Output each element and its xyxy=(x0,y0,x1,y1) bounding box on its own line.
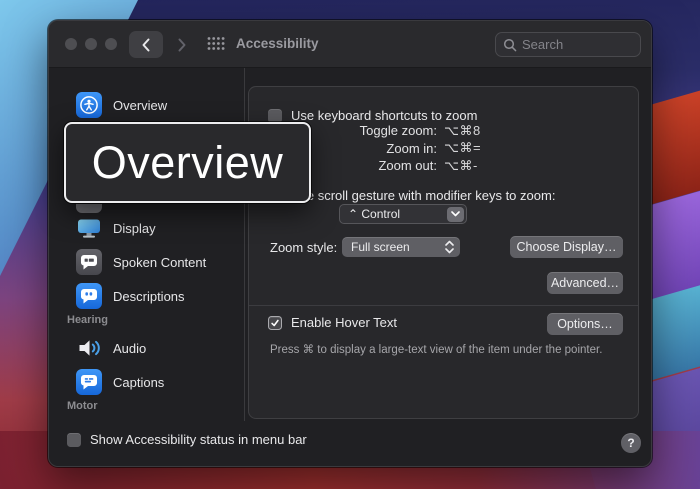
advanced-button[interactable]: Advanced… xyxy=(547,272,623,294)
sidebar-item-label: Descriptions xyxy=(113,289,185,304)
grid-icon xyxy=(207,36,225,51)
hover-text-zoom-label: Overview xyxy=(92,137,284,189)
zoom-style-popup[interactable]: Full screen xyxy=(342,237,460,257)
zoom-style-label: Zoom style: xyxy=(270,240,337,255)
sidebar-item-descriptions[interactable]: Descriptions xyxy=(76,283,236,309)
sidebar-item-label: Overview xyxy=(113,98,167,113)
captions-icon xyxy=(76,369,102,395)
keyboard-shortcuts-label: Use keyboard shortcuts to zoom xyxy=(291,108,477,123)
chevron-left-icon xyxy=(140,37,152,53)
shortcut-keys: ⌥⌘- xyxy=(444,158,478,174)
minimize-button[interactable] xyxy=(85,38,97,50)
sidebar-divider xyxy=(244,68,245,421)
panel-divider xyxy=(249,305,638,306)
sidebar-item-display[interactable]: Display xyxy=(76,215,236,241)
window-title: Accessibility xyxy=(236,36,319,51)
back-button[interactable] xyxy=(129,31,163,58)
chevron-down-icon xyxy=(447,207,464,222)
forward-button[interactable] xyxy=(167,31,197,58)
close-button[interactable] xyxy=(65,38,77,50)
sidebar-item-label: Spoken Content xyxy=(113,255,206,270)
help-button[interactable]: ? xyxy=(621,433,641,453)
modifier-key-popup[interactable]: ⌃ Control xyxy=(339,204,467,224)
modifier-key-value: ⌃ Control xyxy=(348,207,400,221)
checkmark-icon xyxy=(270,318,280,328)
keyboard-shortcuts-checkbox-row[interactable]: Use keyboard shortcuts to zoom xyxy=(268,108,477,123)
shortcut-keys: ⌥⌘8 xyxy=(444,123,481,139)
shortcut-keys: ⌥⌘= xyxy=(444,140,481,156)
system-preferences-window: Accessibility Overview xyxy=(48,20,652,467)
spoken-content-icon xyxy=(76,249,102,275)
sidebar-section-hearing: Hearing xyxy=(67,314,108,326)
scroll-gesture-label: Use scroll gesture with modifier keys to… xyxy=(291,188,555,203)
zoom-window-button[interactable] xyxy=(105,38,117,50)
hover-text-label: Enable Hover Text xyxy=(291,315,397,330)
accessibility-icon xyxy=(76,92,102,118)
choose-display-button[interactable]: Choose Display… xyxy=(510,236,623,258)
status-checkbox-label: Show Accessibility status in menu bar xyxy=(90,432,307,447)
audio-icon xyxy=(76,335,102,361)
search-field[interactable] xyxy=(495,32,641,57)
hover-text-zoom-overlay: Overview xyxy=(64,122,311,203)
descriptions-icon xyxy=(76,283,102,309)
zoom-style-value: Full screen xyxy=(351,240,410,254)
search-input[interactable] xyxy=(522,37,633,52)
sidebar-item-label: Display xyxy=(113,221,156,236)
updown-chevrons-icon xyxy=(445,240,454,254)
show-all-button[interactable] xyxy=(207,36,225,56)
hover-text-checkbox-row[interactable]: Enable Hover Text xyxy=(268,315,397,330)
chevron-right-icon xyxy=(176,37,188,53)
sidebar-item-audio[interactable]: Audio xyxy=(76,335,236,361)
sidebar-item-overview[interactable]: Overview xyxy=(76,92,236,118)
keyboard-shortcuts-checkbox[interactable] xyxy=(268,109,282,123)
sidebar-item-spoken-content[interactable]: Spoken Content xyxy=(76,249,236,275)
status-checkbox-row[interactable]: Show Accessibility status in menu bar xyxy=(67,432,307,447)
titlebar: Accessibility xyxy=(49,21,651,68)
scroll-gesture-checkbox-row[interactable]: Use scroll gesture with modifier keys to… xyxy=(268,188,555,203)
options-button[interactable]: Options… xyxy=(547,313,623,335)
hover-text-description: Press ⌘ to display a large-text view of … xyxy=(270,342,602,356)
help-question-mark: ? xyxy=(627,436,634,450)
sidebar-item-label: Audio xyxy=(113,341,146,356)
sidebar-item-label: Captions xyxy=(113,375,164,390)
status-checkbox[interactable] xyxy=(67,433,81,447)
sidebar-item-captions[interactable]: Captions xyxy=(76,369,236,395)
zoom-item-icon-partial[interactable] xyxy=(76,204,102,213)
display-icon xyxy=(76,215,102,241)
hover-text-checkbox[interactable] xyxy=(268,316,282,330)
search-icon xyxy=(503,38,517,52)
sidebar-section-motor: Motor xyxy=(67,400,98,412)
